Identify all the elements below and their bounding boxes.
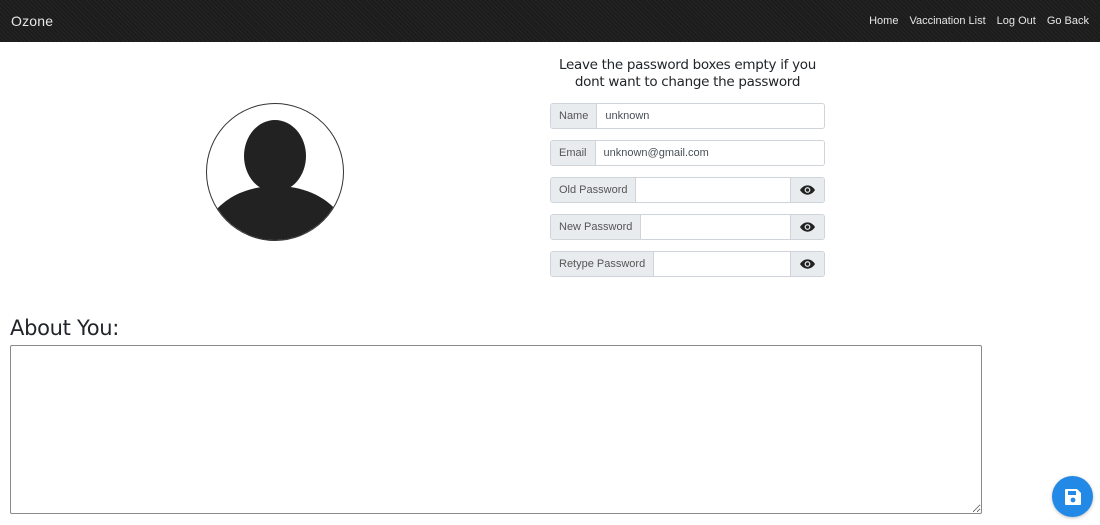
retype-password-toggle-button[interactable]: [790, 252, 824, 276]
nav-link-go-back[interactable]: Go Back: [1047, 15, 1089, 27]
old-password-input[interactable]: [636, 178, 790, 202]
email-field-group: Email: [550, 140, 825, 166]
nav-links: Home Vaccination List Log Out Go Back: [869, 15, 1089, 27]
password-note: Leave the password boxes empty if you do…: [559, 57, 816, 90]
retype-password-field-group: Retype Password: [550, 251, 825, 277]
retype-password-label: Retype Password: [551, 252, 655, 276]
user-avatar-icon: [211, 120, 341, 240]
name-input[interactable]: [597, 104, 824, 128]
name-label: Name: [551, 104, 598, 128]
old-password-label: Old Password: [551, 178, 637, 202]
new-password-label: New Password: [551, 215, 642, 239]
name-field-group: Name: [550, 103, 825, 129]
email-input[interactable]: [595, 141, 824, 165]
eye-icon: [800, 222, 815, 232]
brand-logo[interactable]: Ozone: [11, 13, 53, 29]
old-password-field-group: Old Password: [550, 177, 825, 203]
eye-icon: [800, 259, 815, 269]
nav-link-vaccination-list[interactable]: Vaccination List: [909, 15, 985, 27]
retype-password-input[interactable]: [654, 252, 790, 276]
top-navbar: Ozone Home Vaccination List Log Out Go B…: [0, 0, 1100, 42]
eye-icon: [800, 185, 815, 195]
save-button[interactable]: [1052, 476, 1093, 517]
profile-picture[interactable]: [206, 103, 344, 241]
about-textarea[interactable]: [10, 345, 982, 514]
nav-link-log-out[interactable]: Log Out: [997, 15, 1036, 27]
new-password-toggle-button[interactable]: [790, 215, 824, 239]
old-password-toggle-button[interactable]: [790, 178, 824, 202]
about-heading: About You:: [10, 316, 120, 340]
new-password-input[interactable]: [641, 215, 790, 239]
nav-link-home[interactable]: Home: [869, 15, 898, 27]
new-password-field-group: New Password: [550, 214, 825, 240]
email-label: Email: [551, 141, 596, 165]
floppy-disk-icon: [1064, 488, 1081, 505]
